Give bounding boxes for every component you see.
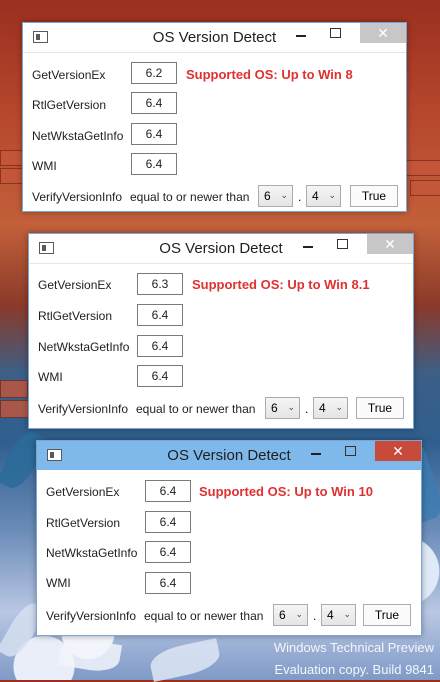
chevron-down-icon: ⌄ bbox=[343, 609, 351, 619]
wallpaper-leaf bbox=[147, 638, 223, 682]
minimize-icon bbox=[303, 246, 313, 248]
row-label-wmi: WMI bbox=[46, 576, 71, 590]
verify-condition-text: equal to or newer than bbox=[130, 190, 250, 204]
version-separator: . bbox=[313, 609, 317, 623]
minimize-button[interactable] bbox=[284, 23, 318, 43]
row-label-wmi: WMI bbox=[32, 159, 57, 173]
major-version-select[interactable]: 6 ⌄ bbox=[258, 185, 293, 207]
minimize-button[interactable] bbox=[299, 441, 333, 461]
getversionex-value: 6.3 bbox=[137, 273, 183, 295]
row-label-rtlgetversion: RtlGetVersion bbox=[46, 516, 121, 530]
chevron-down-icon: ⌄ bbox=[328, 190, 336, 200]
version-separator: . bbox=[298, 190, 302, 204]
row-label-netwkstagetinfo: NetWkstaGetInfo bbox=[32, 129, 124, 143]
os-version-window-1: OS Version Detect ✕ GetVersionEx 6.2 Sup… bbox=[22, 22, 407, 212]
verify-result-button[interactable]: True bbox=[356, 397, 404, 419]
maximize-button[interactable] bbox=[333, 441, 367, 461]
chevron-down-icon: ⌄ bbox=[335, 402, 343, 412]
minimize-button[interactable] bbox=[291, 234, 325, 254]
wallpaper-brick bbox=[0, 168, 24, 184]
maximize-icon bbox=[336, 239, 348, 249]
verify-condition-text: equal to or newer than bbox=[144, 609, 264, 623]
close-icon: ✕ bbox=[392, 442, 404, 459]
app-window-icon bbox=[39, 242, 54, 254]
verify-result-button[interactable]: True bbox=[350, 185, 398, 207]
close-icon: ✕ bbox=[377, 24, 389, 41]
minor-version-select[interactable]: 4 ⌄ bbox=[321, 604, 356, 626]
title-bar[interactable]: OS Version Detect ✕ bbox=[37, 441, 421, 470]
supported-os-text: Supported OS: Up to Win 8.1 bbox=[192, 277, 370, 292]
getversionex-value: 6.2 bbox=[131, 62, 177, 84]
wallpaper-leaf bbox=[57, 635, 123, 675]
wallpaper-brick bbox=[410, 180, 440, 196]
rtlgetversion-value: 6.4 bbox=[137, 304, 183, 326]
minor-version-value: 4 bbox=[327, 608, 334, 622]
verify-version-label: VerifyVersionInfo bbox=[32, 190, 123, 204]
app-window-icon bbox=[33, 31, 48, 43]
minor-version-select[interactable]: 4 ⌄ bbox=[306, 185, 341, 207]
major-version-value: 6 bbox=[264, 189, 271, 203]
row-label-getversionex: GetVersionEx bbox=[46, 485, 120, 499]
row-label-netwkstagetinfo: NetWkstaGetInfo bbox=[38, 340, 130, 354]
close-button[interactable]: ✕ bbox=[367, 234, 413, 254]
minor-version-value: 4 bbox=[319, 401, 326, 415]
watermark-line-2: Evaluation copy. Build 9841 bbox=[274, 662, 434, 677]
rtlgetversion-value: 6.4 bbox=[131, 92, 177, 114]
verify-result-button[interactable]: True bbox=[363, 604, 411, 626]
chevron-down-icon: ⌄ bbox=[280, 190, 288, 200]
wmi-value: 6.4 bbox=[137, 365, 183, 387]
major-version-select[interactable]: 6 ⌄ bbox=[265, 397, 300, 419]
os-version-window-2: OS Version Detect ✕ GetVersionEx 6.3 Sup… bbox=[28, 233, 414, 429]
row-label-rtlgetversion: RtlGetVersion bbox=[38, 309, 113, 323]
minimize-icon bbox=[296, 35, 306, 37]
wmi-value: 6.4 bbox=[145, 572, 191, 594]
netwkstagetinfo-value: 6.4 bbox=[145, 541, 191, 563]
netwkstagetinfo-value: 6.4 bbox=[131, 123, 177, 145]
maximize-button[interactable] bbox=[325, 234, 359, 254]
row-label-getversionex: GetVersionEx bbox=[38, 278, 112, 292]
title-bar[interactable]: OS Version Detect ✕ bbox=[23, 23, 406, 53]
close-icon: ✕ bbox=[384, 235, 396, 252]
close-button[interactable]: ✕ bbox=[375, 441, 421, 461]
chevron-down-icon: ⌄ bbox=[295, 609, 303, 619]
row-label-wmi: WMI bbox=[38, 370, 63, 384]
app-window-icon bbox=[47, 449, 62, 461]
row-label-getversionex: GetVersionEx bbox=[32, 68, 106, 82]
supported-os-text: Supported OS: Up to Win 10 bbox=[199, 484, 373, 499]
title-bar[interactable]: OS Version Detect ✕ bbox=[29, 234, 413, 264]
rtlgetversion-value: 6.4 bbox=[145, 511, 191, 533]
version-separator: . bbox=[305, 402, 309, 416]
major-version-value: 6 bbox=[279, 608, 286, 622]
minimize-icon bbox=[311, 453, 321, 455]
getversionex-value: 6.4 bbox=[145, 480, 191, 502]
row-label-rtlgetversion: RtlGetVersion bbox=[32, 98, 107, 112]
wmi-value: 6.4 bbox=[131, 153, 177, 175]
chevron-down-icon: ⌄ bbox=[287, 402, 295, 412]
close-button[interactable]: ✕ bbox=[360, 23, 406, 43]
verify-version-label: VerifyVersionInfo bbox=[38, 402, 129, 416]
major-version-value: 6 bbox=[271, 401, 278, 415]
maximize-button[interactable] bbox=[318, 23, 352, 43]
wallpaper-brick bbox=[0, 380, 28, 398]
verify-condition-text: equal to or newer than bbox=[136, 402, 256, 416]
minor-version-value: 4 bbox=[312, 189, 319, 203]
minor-version-select[interactable]: 4 ⌄ bbox=[313, 397, 348, 419]
verify-version-label: VerifyVersionInfo bbox=[46, 609, 137, 623]
maximize-icon bbox=[329, 28, 341, 38]
maximize-icon bbox=[344, 446, 356, 456]
netwkstagetinfo-value: 6.4 bbox=[137, 335, 183, 357]
major-version-select[interactable]: 6 ⌄ bbox=[273, 604, 308, 626]
os-version-window-3: OS Version Detect ✕ GetVersionEx 6.4 Sup… bbox=[36, 440, 422, 636]
wallpaper-brick bbox=[405, 160, 440, 176]
supported-os-text: Supported OS: Up to Win 8 bbox=[186, 67, 353, 82]
watermark-line-1: Windows Technical Preview bbox=[273, 640, 434, 655]
row-label-netwkstagetinfo: NetWkstaGetInfo bbox=[46, 546, 138, 560]
